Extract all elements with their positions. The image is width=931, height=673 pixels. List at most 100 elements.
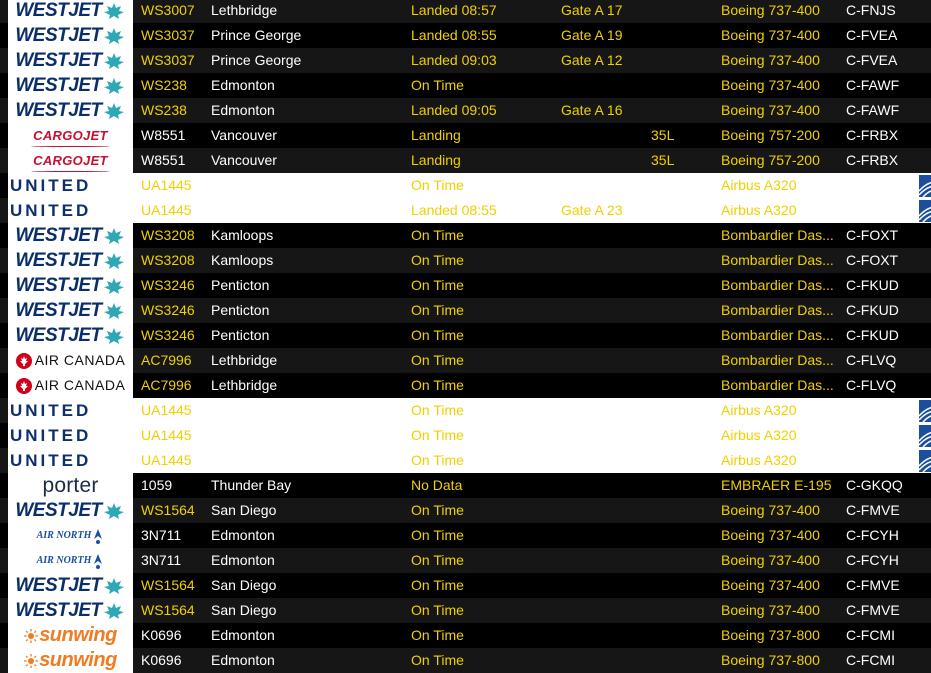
aircanada-logo: AIR CANADA <box>8 348 133 373</box>
flight-number: WS3246 <box>141 302 195 318</box>
runway <box>651 373 717 398</box>
flight-number: UA1445 <box>141 427 192 443</box>
flight-number: UA1445 <box>141 452 192 468</box>
flight-status: No Data <box>411 477 463 493</box>
flight-status: Landed 09:05 <box>411 102 497 118</box>
origin-city: Prince George <box>211 27 302 43</box>
aircraft-type: Bombardier Das... <box>721 277 834 293</box>
gate <box>561 348 647 373</box>
gate <box>561 398 647 423</box>
flight-status: On Time <box>411 652 464 668</box>
westjet-logo-text: WESTJET <box>15 500 102 521</box>
westjet-logo: WESTJET <box>8 298 133 323</box>
aircanada-logo-text: AIR CANADA <box>34 352 126 368</box>
flight-row: WESTJET WS3037 Prince George Landed 09:03 Ga… <box>0 48 931 73</box>
flight-number: UA1445 <box>141 402 192 418</box>
flight-status: On Time <box>411 427 464 443</box>
porter-logo-text: porter <box>42 474 99 497</box>
runway <box>651 23 717 48</box>
gate <box>561 173 647 198</box>
westjet-logo: WESTJET <box>8 323 133 348</box>
westjet-logo-text: WESTJET <box>15 50 102 71</box>
westjet-logo: WESTJET <box>8 498 133 523</box>
flight-status: On Time <box>411 352 464 368</box>
runway <box>651 0 717 23</box>
aircraft-registration: C-FMVE <box>846 602 900 618</box>
origin-city: Edmonton <box>211 652 275 668</box>
westjet-maple-leaf-icon <box>103 77 124 94</box>
flight-status: Landed 09:03 <box>411 52 497 68</box>
gate <box>561 473 647 498</box>
gate <box>561 598 647 623</box>
flight-row: WESTJET WS3246 Penticton On Time Bombardier … <box>0 323 931 348</box>
gate <box>561 123 647 148</box>
flight-row: AIR NORTH 3N711 Edmonton On Time Boeing 737-… <box>0 523 931 548</box>
origin-city: Penticton <box>211 277 270 293</box>
airnorth-emblem-icon <box>94 528 103 544</box>
flight-number: W8551 <box>141 152 186 168</box>
flight-number: WS238 <box>141 102 187 118</box>
cargojet-logo: CARGOJET <box>8 123 133 148</box>
origin-city: Lethbridge <box>211 377 278 393</box>
gate: Gate A 17 <box>561 2 623 18</box>
aircraft-type: Bombardier Das... <box>721 252 834 268</box>
aircraft-type: Bombardier Das... <box>721 302 834 318</box>
flight-status: On Time <box>411 502 464 518</box>
aircraft-type: Airbus A320 <box>721 177 797 193</box>
runway <box>651 423 717 448</box>
flight-number: WS238 <box>141 77 187 93</box>
flight-row: WESTJET WS3208 Kamloops On Time Bombardier D… <box>0 223 931 248</box>
united-logo-text: UNITED <box>10 426 92 445</box>
flight-number: WS3246 <box>141 277 195 293</box>
aircraft-registration: - <box>846 177 851 193</box>
flight-number: UA1445 <box>141 177 192 193</box>
westjet-logo-text: WESTJET <box>15 25 102 46</box>
aircraft-type: Boeing 737-400 <box>721 502 820 518</box>
gate <box>561 298 647 323</box>
origin-city: Edmonton <box>211 77 275 93</box>
origin-city: Lethbridge <box>211 352 278 368</box>
flight-row: UNITED UA1445 San Francisco Landed 08:55 Gat… <box>0 198 931 223</box>
aircraft-registration: - <box>846 202 851 218</box>
aircraft-type: Boeing 737-400 <box>721 2 820 18</box>
aircraft-registration: C-FMVE <box>846 577 900 593</box>
flight-number: AC7996 <box>141 352 192 368</box>
flight-number: WS3208 <box>141 227 195 243</box>
aircraft-type: Boeing 737-400 <box>721 52 820 68</box>
flight-number: 1059 <box>141 477 173 493</box>
runway <box>651 173 717 198</box>
runway <box>651 523 717 548</box>
runway <box>651 298 717 323</box>
united-logo-text: UNITED <box>10 451 92 470</box>
gate <box>561 73 647 98</box>
flight-status: On Time <box>411 177 464 193</box>
origin-city: Lethbridge <box>211 2 278 18</box>
flight-status: On Time <box>411 77 464 93</box>
gate <box>561 423 647 448</box>
flight-status: On Time <box>411 402 464 418</box>
gate: Gate A 12 <box>561 52 623 68</box>
flight-row: WESTJET WS1564 San Diego On Time Boeing 737-… <box>0 573 931 598</box>
westjet-logo: WESTJET <box>8 73 133 98</box>
runway <box>651 73 717 98</box>
aircraft-type: Boeing 737-400 <box>721 77 820 93</box>
runway <box>651 273 717 298</box>
flight-status: Landing <box>411 127 461 143</box>
origin-city: Reno-Tahoe <box>211 427 288 443</box>
aircraft-registration: - <box>846 427 851 443</box>
flight-number: K0696 <box>141 652 182 668</box>
gate: Gate A 23 <box>561 202 623 218</box>
gate <box>561 523 647 548</box>
origin-city: Reno-Tahoe <box>211 402 288 418</box>
flight-row: WESTJET WS3246 Penticton On Time Bombardier … <box>0 273 931 298</box>
flight-row: sunwing K0696 Edmonton On Time Boeing 737-80… <box>0 648 931 673</box>
aircraft-registration: C-FAWF <box>846 102 900 118</box>
westjet-maple-leaf-icon <box>103 302 124 319</box>
westjet-logo: WESTJET <box>8 248 133 273</box>
aircraft-registration: - <box>846 402 851 418</box>
aircraft-type: Boeing 737-400 <box>721 27 820 43</box>
flight-row: WESTJET WS1564 San Diego On Time Boeing 737-… <box>0 498 931 523</box>
origin-city: Edmonton <box>211 527 275 543</box>
flight-row: WESTJET WS238 Edmonton On Time Boeing 737-40… <box>0 73 931 98</box>
airnorth-logo-text: AIR NORTH <box>36 555 92 566</box>
